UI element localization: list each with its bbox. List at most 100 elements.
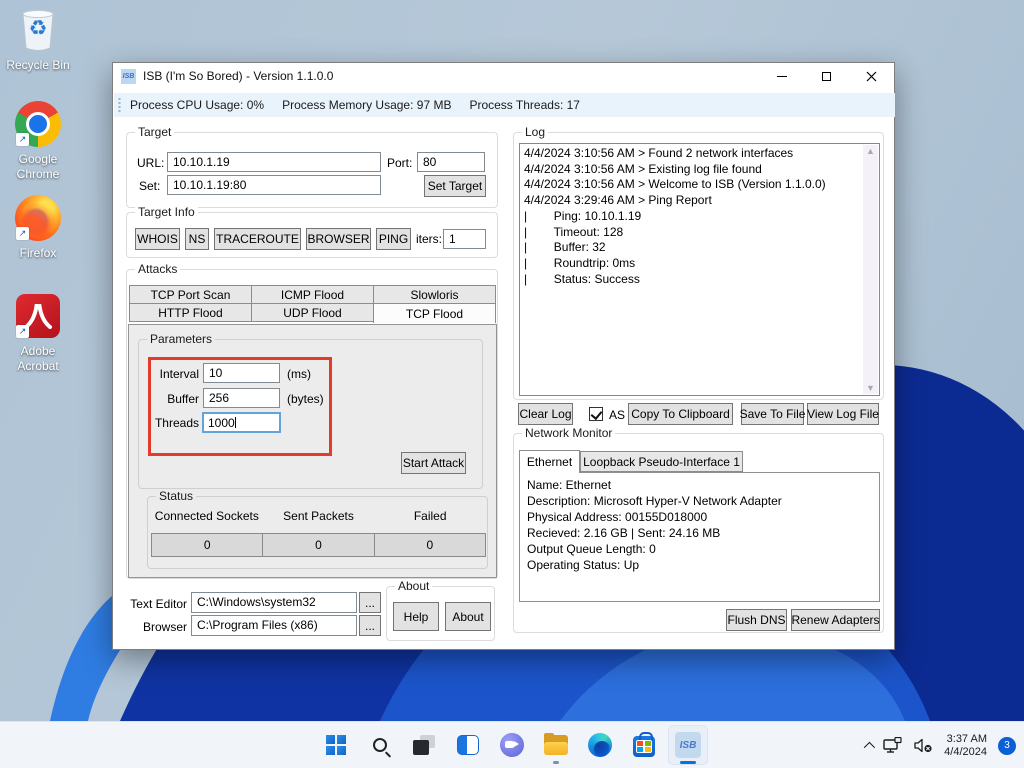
threads-label: Threads	[145, 416, 199, 430]
log-line: | Status: Success	[520, 272, 862, 288]
tab-tcp-flood[interactable]: TCP Flood	[373, 303, 496, 323]
text-editor-label: Text Editor	[127, 597, 187, 611]
tab-udp-flood[interactable]: UDP Flood	[251, 303, 374, 322]
save-to-file-button[interactable]: Save To File	[741, 403, 804, 425]
store-icon	[633, 736, 655, 757]
log-group: Log 4/4/2024 3:10:56 AM > Found 2 networ…	[513, 132, 884, 400]
clock[interactable]: 3:37 AM 4/4/2024	[944, 733, 987, 759]
store-button[interactable]	[624, 725, 664, 765]
scroll-up-icon[interactable]: ▲	[866, 145, 875, 157]
port-input[interactable]: 80	[417, 152, 485, 172]
notification-badge[interactable]: 3	[998, 737, 1016, 755]
log-line: | Ping: 10.10.1.19	[520, 209, 862, 225]
log-line: | Roundtrip: 0ms	[520, 256, 862, 272]
scroll-down-icon[interactable]: ▼	[866, 382, 875, 394]
clock-time: 3:37 AM	[944, 733, 987, 746]
browser-browse-button[interactable]: ...	[359, 615, 381, 636]
start-attack-button[interactable]: Start Attack	[401, 452, 466, 474]
about-button[interactable]: About	[445, 602, 491, 631]
text-editor-input[interactable]: C:\Windows\system32	[191, 592, 357, 613]
active-indicator	[680, 761, 696, 764]
file-explorer-button[interactable]	[536, 725, 576, 765]
log-scrollbar[interactable]: ▲ ▼	[863, 145, 878, 394]
buffer-unit-label: (bytes)	[287, 392, 324, 406]
interval-input[interactable]: 10	[203, 363, 280, 383]
network-tray-icon[interactable]	[883, 737, 903, 754]
widgets-button[interactable]	[448, 725, 488, 765]
memory-usage-label: Process Memory Usage: 97 MB	[282, 98, 451, 112]
connected-sockets-header: Connected Sockets	[151, 509, 263, 523]
log-line: | Buffer: 32	[520, 240, 862, 256]
set-input[interactable]: 10.10.1.19:80	[167, 175, 381, 195]
threads-label: Process Threads: 17	[469, 98, 580, 112]
parameters-group-label: Parameters	[147, 332, 215, 346]
edge-button[interactable]	[580, 725, 620, 765]
firefox-icon: ↗	[14, 194, 62, 242]
browser-button[interactable]: BROWSER	[306, 228, 371, 250]
network-detail: Physical Address: 00155D018000	[527, 509, 872, 525]
desktop-icon-recycle-bin[interactable]: ♻ Recycle Bin	[0, 6, 76, 73]
network-detail: Recieved: 2.16 GB | Sent: 24.16 MB	[527, 525, 872, 541]
tab-slowloris[interactable]: Slowloris	[373, 285, 496, 304]
minimize-button[interactable]	[759, 63, 804, 90]
tab-loopback-pseudo-interface[interactable]: Loopback Pseudo-Interface 1	[580, 451, 743, 472]
show-hidden-icons-chevron[interactable]	[864, 741, 875, 752]
volume-muted-tray-icon[interactable]	[914, 738, 933, 753]
isb-app-window: ISB ISB (I'm So Bored) - Version 1.1.0.0…	[112, 62, 895, 650]
flush-dns-button[interactable]: Flush DNS	[726, 609, 787, 631]
shortcut-arrow-icon: ↗	[16, 325, 29, 338]
parameters-group: Parameters Interval 10 (ms) Buffer 256 (…	[138, 339, 483, 489]
threads-input[interactable]: 1000	[202, 412, 281, 433]
clear-log-button[interactable]: Clear Log	[518, 403, 573, 425]
ns-button[interactable]: NS	[185, 228, 209, 250]
copy-to-clipboard-button[interactable]: Copy To Clipboard	[628, 403, 733, 425]
tab-http-flood[interactable]: HTTP Flood	[129, 303, 252, 322]
log-line: 4/4/2024 3:10:56 AM > Welcome to ISB (Ve…	[520, 177, 862, 193]
as-checkbox[interactable]	[589, 407, 603, 421]
desktop-icon-google-chrome[interactable]: ↗ Google Chrome	[0, 100, 76, 182]
isb-taskbar-button[interactable]: ISB	[668, 725, 708, 765]
log-list[interactable]: 4/4/2024 3:10:56 AM > Found 2 network in…	[519, 143, 880, 396]
view-log-file-button[interactable]: View Log File	[807, 403, 879, 425]
connected-sockets-value: 0	[151, 533, 263, 557]
ping-button[interactable]: PING	[376, 228, 411, 250]
minimize-icon	[777, 76, 787, 77]
about-group-label: About	[395, 579, 432, 593]
desktop-icon-firefox[interactable]: ↗ Firefox	[0, 194, 76, 261]
desktop-icon-adobe-acrobat[interactable]: ↗ Adobe Acrobat	[0, 292, 76, 374]
isb-app-icon: ISB	[675, 732, 701, 758]
window-title: ISB (I'm So Bored) - Version 1.1.0.0	[143, 69, 333, 83]
start-button[interactable]	[316, 725, 356, 765]
failed-value: 0	[374, 533, 486, 557]
acrobat-icon: ↗	[14, 292, 62, 340]
search-button[interactable]	[360, 725, 400, 765]
text-editor-browse-button[interactable]: ...	[359, 592, 381, 613]
buffer-label: Buffer	[149, 392, 199, 406]
as-checkbox-label: AS	[609, 408, 625, 422]
shortcut-arrow-icon: ↗	[16, 133, 29, 146]
iters-input[interactable]: 1	[443, 229, 486, 249]
whois-button[interactable]: WHOIS	[135, 228, 180, 250]
url-input[interactable]: 10.10.1.19	[167, 152, 381, 172]
desktop-icon-label: Firefox	[20, 246, 57, 261]
tab-ethernet[interactable]: Ethernet	[519, 450, 580, 473]
toolstrip-grip-icon	[118, 97, 122, 113]
chrome-icon: ↗	[14, 100, 62, 148]
browser-input[interactable]: C:\Program Files (x86)	[191, 615, 357, 636]
set-target-button[interactable]: Set Target	[424, 175, 486, 197]
chat-button[interactable]	[492, 725, 532, 765]
traceroute-button[interactable]: TRACEROUTE	[214, 228, 301, 250]
sent-packets-value: 0	[262, 533, 374, 557]
maximize-button[interactable]	[804, 63, 849, 90]
task-view-button[interactable]	[404, 725, 444, 765]
attack-status-group: Status Connected Sockets Sent Packets Fa…	[147, 496, 488, 569]
renew-adapters-button[interactable]: Renew Adapters	[791, 609, 880, 631]
help-button[interactable]: Help	[393, 602, 439, 631]
buffer-input[interactable]: 256	[203, 388, 280, 408]
desktop-icon-label: Adobe Acrobat	[9, 344, 67, 374]
shortcut-arrow-icon: ↗	[16, 227, 29, 240]
tab-tcp-port-scan[interactable]: TCP Port Scan	[129, 285, 252, 304]
titlebar[interactable]: ISB ISB (I'm So Bored) - Version 1.1.0.0	[113, 63, 894, 90]
tab-icmp-flood[interactable]: ICMP Flood	[251, 285, 374, 304]
close-button[interactable]	[849, 63, 894, 90]
